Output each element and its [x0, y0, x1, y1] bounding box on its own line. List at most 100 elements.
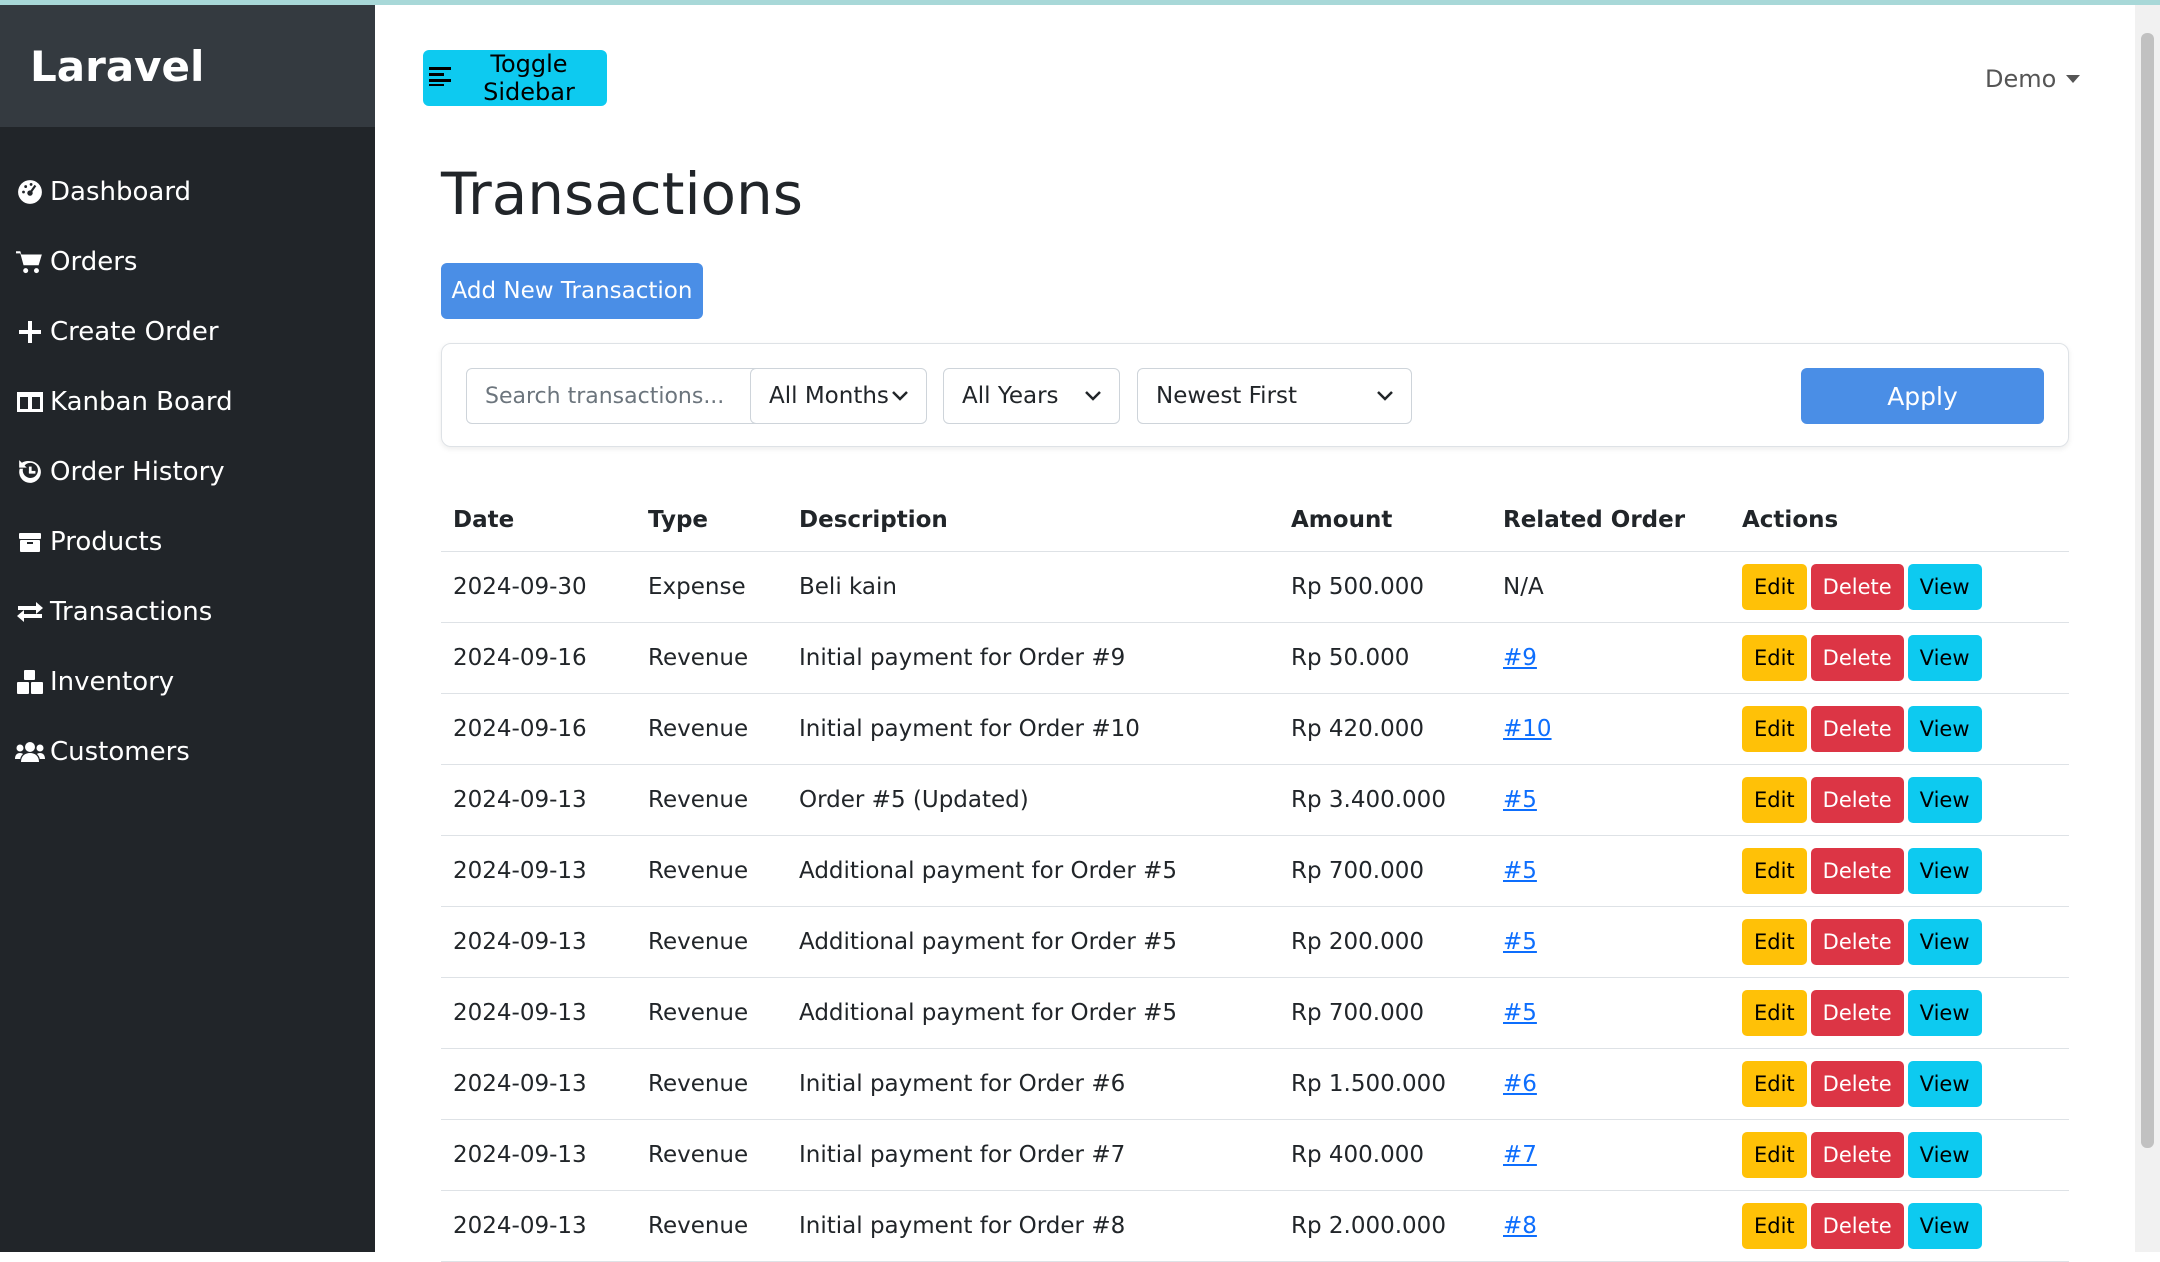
column-header-type: Type [636, 489, 787, 552]
edit-button[interactable]: Edit [1742, 777, 1807, 823]
cell-date: 2024-09-30 [441, 551, 636, 623]
year-select-value: All Years [962, 383, 1059, 409]
sidebar-item-label: Transactions [50, 597, 213, 627]
cell-date: 2024-09-13 [441, 1119, 636, 1191]
edit-button[interactable]: Edit [1742, 564, 1807, 610]
scrollbar-thumb[interactable] [2141, 33, 2154, 1148]
cell-description: Initial payment for Order #8 [787, 1190, 1279, 1262]
plus-icon [14, 317, 46, 347]
view-button[interactable]: View [1907, 848, 1982, 894]
cell-type: Revenue [636, 622, 787, 694]
sidebar-item-inventory[interactable]: Inventory [0, 647, 375, 717]
cell-description: Additional payment for Order #5 [787, 977, 1279, 1049]
view-button[interactable]: View [1907, 1061, 1982, 1107]
edit-button[interactable]: Edit [1742, 1132, 1807, 1178]
toggle-sidebar-label: Toggle Sidebar [483, 50, 575, 106]
cart-icon [14, 247, 46, 277]
edit-button[interactable]: Edit [1742, 990, 1807, 1036]
delete-button[interactable]: Delete [1810, 1132, 1904, 1178]
cell-related-order: #6 [1491, 1048, 1730, 1120]
edit-button[interactable]: Edit [1742, 848, 1807, 894]
edit-button[interactable]: Edit [1742, 706, 1807, 752]
view-button[interactable]: View [1907, 990, 1982, 1036]
related-order-link[interactable]: #5 [1503, 1000, 1537, 1026]
related-order-link[interactable]: #5 [1503, 929, 1537, 955]
delete-button[interactable]: Delete [1810, 848, 1904, 894]
brand-logo-text[interactable]: Laravel [30, 42, 204, 91]
cell-date: 2024-09-13 [441, 1048, 636, 1120]
cell-description: Additional payment for Order #5 [787, 906, 1279, 978]
month-select[interactable]: All Months [750, 368, 927, 424]
delete-button[interactable]: Delete [1810, 1061, 1904, 1107]
add-transaction-button[interactable]: Add New Transaction [441, 263, 703, 319]
sidebar-item-kanban-board[interactable]: Kanban Board [0, 367, 375, 437]
cell-actions: Edit Delete View [1730, 977, 2069, 1049]
column-header-amount: Amount [1279, 489, 1491, 552]
cell-actions: Edit Delete View [1730, 1119, 2069, 1191]
related-order-link[interactable]: #6 [1503, 1071, 1537, 1097]
cell-related-order: #5 [1491, 835, 1730, 907]
edit-button[interactable]: Edit [1742, 635, 1807, 681]
related-order-link[interactable]: #9 [1503, 645, 1537, 671]
sidebar-item-create-order[interactable]: Create Order [0, 297, 375, 367]
cell-actions: Edit Delete View [1730, 835, 2069, 907]
table-row: 2024-09-16 Revenue Initial payment for O… [441, 622, 2069, 694]
boxes-icon [14, 667, 46, 697]
sidebar-item-label: Orders [50, 247, 138, 277]
column-header-actions: Actions [1730, 489, 2069, 552]
cell-amount: Rp 700.000 [1279, 835, 1491, 907]
cell-related-order: #5 [1491, 906, 1730, 978]
view-button[interactable]: View [1907, 1203, 1982, 1249]
toggle-sidebar-button[interactable]: Toggle Sidebar [423, 50, 607, 106]
sidebar-item-products[interactable]: Products [0, 507, 375, 577]
view-button[interactable]: View [1907, 1132, 1982, 1178]
history-icon [14, 457, 46, 487]
view-button[interactable]: View [1907, 635, 1982, 681]
view-button[interactable]: View [1907, 777, 1982, 823]
sidebar-item-orders[interactable]: Orders [0, 227, 375, 297]
delete-button[interactable]: Delete [1810, 706, 1904, 752]
sidebar-item-label: Order History [50, 457, 225, 487]
sidebar-item-label: Inventory [50, 667, 175, 697]
filter-card: All Months All Years Newest First Apply [441, 343, 2069, 447]
related-order-link[interactable]: #5 [1503, 858, 1537, 884]
apply-button[interactable]: Apply [1801, 368, 2044, 424]
delete-button[interactable]: Delete [1810, 564, 1904, 610]
cell-actions: Edit Delete View [1730, 906, 2069, 978]
delete-button[interactable]: Delete [1810, 919, 1904, 965]
delete-button[interactable]: Delete [1810, 635, 1904, 681]
cell-actions: Edit Delete View [1730, 1190, 2069, 1262]
sidebar-item-order-history[interactable]: Order History [0, 437, 375, 507]
related-order-link[interactable]: #8 [1503, 1213, 1537, 1239]
sort-select[interactable]: Newest First [1137, 368, 1412, 424]
sidebar-item-transactions[interactable]: Transactions [0, 577, 375, 647]
cell-type: Revenue [636, 1190, 787, 1262]
view-button[interactable]: View [1907, 919, 1982, 965]
vertical-scrollbar[interactable] [2135, 5, 2160, 1252]
related-order-link[interactable]: #7 [1503, 1142, 1537, 1168]
sidebar-item-label: Kanban Board [50, 387, 233, 417]
chevron-down-icon [1377, 391, 1393, 401]
sidebar-item-customers[interactable]: Customers [0, 717, 375, 787]
view-button[interactable]: View [1907, 706, 1982, 752]
related-order-link[interactable]: #5 [1503, 787, 1537, 813]
delete-button[interactable]: Delete [1810, 990, 1904, 1036]
cell-date: 2024-09-13 [441, 977, 636, 1049]
edit-button[interactable]: Edit [1742, 1203, 1807, 1249]
transactions-table-wrapper: Date Type Description Amount Related Ord… [441, 489, 2069, 1262]
view-button[interactable]: View [1907, 564, 1982, 610]
table-body: 2024-09-30 Expense Beli kain Rp 500.000 … [441, 551, 2069, 1262]
cell-date: 2024-09-16 [441, 693, 636, 765]
cell-date: 2024-09-13 [441, 1190, 636, 1262]
sidebar-item-dashboard[interactable]: Dashboard [0, 157, 375, 227]
related-order-link[interactable]: #10 [1503, 716, 1552, 742]
cell-related-order: #9 [1491, 622, 1730, 694]
edit-button[interactable]: Edit [1742, 919, 1807, 965]
user-dropdown[interactable]: Demo [1985, 65, 2081, 93]
delete-button[interactable]: Delete [1810, 1203, 1904, 1249]
cell-date: 2024-09-13 [441, 764, 636, 836]
delete-button[interactable]: Delete [1810, 777, 1904, 823]
edit-button[interactable]: Edit [1742, 1061, 1807, 1107]
exchange-icon [14, 597, 46, 627]
year-select[interactable]: All Years [943, 368, 1120, 424]
